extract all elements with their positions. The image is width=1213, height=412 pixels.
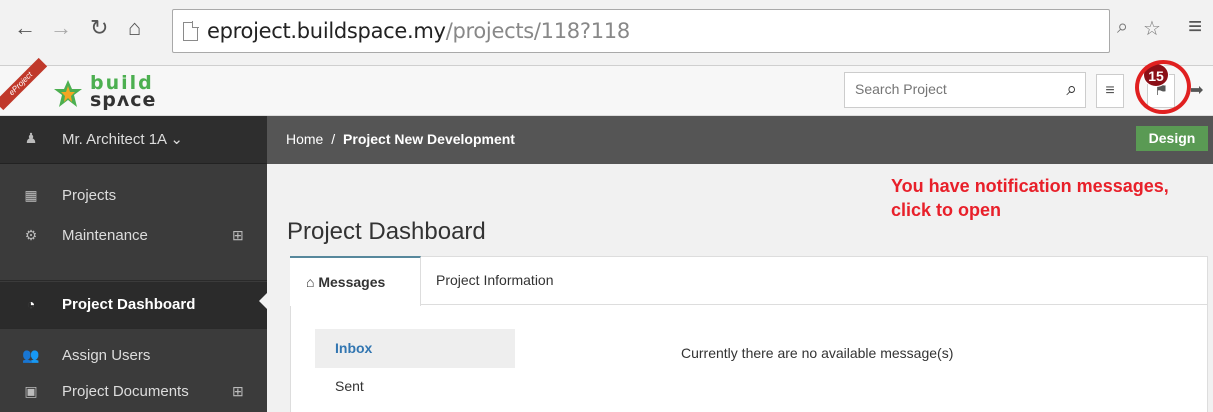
breadcrumb-current: Project New Development [343, 131, 515, 147]
divider [0, 328, 267, 329]
sidebar-item-assign-users[interactable]: 👥 Assign Users [0, 336, 267, 376]
breadcrumb-bar: Home / Project New Development [267, 116, 1213, 164]
tab-bar [290, 256, 1208, 305]
status-badge: Design [1136, 126, 1208, 151]
tab-label: Messages [318, 274, 386, 290]
sidebar-item-label: Project Dashboard [62, 296, 196, 313]
back-arrow-icon[interactable]: ← [14, 16, 36, 40]
sidebar-item-label: Projects [62, 187, 117, 204]
search-input[interactable] [855, 81, 1045, 97]
word-doc-icon: ▣ [24, 383, 38, 399]
breadcrumb: Home / Project New Development [286, 131, 515, 147]
url-text[interactable]: eproject.buildspace.my/projects/118?118 [207, 19, 630, 43]
chevron-down-icon: ⌄ [170, 131, 183, 148]
sidebar-item-maintenance[interactable]: ⚙ Maintenance ⊞ [0, 216, 267, 256]
list-menu-button[interactable]: ≡ [1096, 74, 1124, 108]
forward-arrow-icon[interactable]: → [50, 16, 72, 40]
tab-messages[interactable]: ⌂ Messages [290, 256, 421, 306]
home-icon[interactable]: ⌂ [128, 16, 141, 40]
empty-message: Currently there are no available message… [681, 345, 954, 361]
address-bar[interactable]: eproject.buildspace.my/projects/118?118 [172, 9, 1110, 53]
page-icon [183, 21, 199, 41]
page-title: Project Dashboard [287, 218, 486, 245]
dashboard-icon: ◔ [26, 296, 36, 312]
browser-menu-icon[interactable]: ≡ [1188, 13, 1202, 41]
app-logo[interactable]: build spʌce [90, 74, 156, 110]
logout-icon[interactable]: ➡ [1190, 80, 1203, 100]
cogs-icon: ⚙ [24, 227, 38, 243]
sidebar-item-label: Project Documents [62, 383, 189, 400]
user-menu[interactable]: ♟ Mr. Architect 1A ⌄ [0, 116, 267, 164]
reload-icon[interactable]: ↻ [90, 16, 108, 40]
sidebar-item-label: Maintenance [62, 227, 148, 244]
sidebar-item-project-dashboard[interactable]: ◔ Project Dashboard [0, 282, 267, 328]
search-icon[interactable]: ⌕ [1066, 79, 1077, 101]
sidebar: ♟ Mr. Architect 1A ⌄ ▦ Projects ⚙ Mainte… [0, 116, 267, 412]
breadcrumb-separator: / [331, 131, 336, 147]
search-box: ⌕ [844, 72, 1086, 108]
sidebar-item-project-documents[interactable]: ▣ Project Documents ⊞ [0, 372, 267, 412]
table-icon: ▦ [24, 187, 38, 203]
browser-toolbar: ← → ↻ ⌂ eproject.buildspace.my/projects/… [0, 0, 1213, 66]
sidebar-item-projects[interactable]: ▦ Projects [0, 176, 267, 216]
user-icon: ♟ [24, 130, 38, 146]
tab-project-information[interactable]: Project Information [436, 256, 554, 305]
breadcrumb-home[interactable]: Home [286, 131, 323, 147]
expand-icon[interactable]: ⊞ [232, 383, 244, 400]
divider [0, 280, 267, 281]
user-name: Mr. Architect 1A [62, 131, 167, 148]
sidebar-item-label: Assign Users [62, 347, 151, 364]
inbox-tray-icon: ⌂ [306, 274, 315, 290]
folder-sent[interactable]: Sent [335, 378, 364, 394]
list-icon: ≡ [1105, 82, 1115, 99]
annotation-text: You have notification messages, click to… [891, 176, 1169, 220]
users-icon: 👥 [22, 347, 40, 363]
buildspace-logo-icon [54, 80, 82, 107]
bookmark-star-icon[interactable]: ☆ [1143, 16, 1161, 41]
expand-icon[interactable]: ⊞ [232, 227, 244, 244]
folder-inbox[interactable]: Inbox [315, 329, 515, 368]
zoom-icon[interactable]: ⌕ [1117, 16, 1128, 39]
